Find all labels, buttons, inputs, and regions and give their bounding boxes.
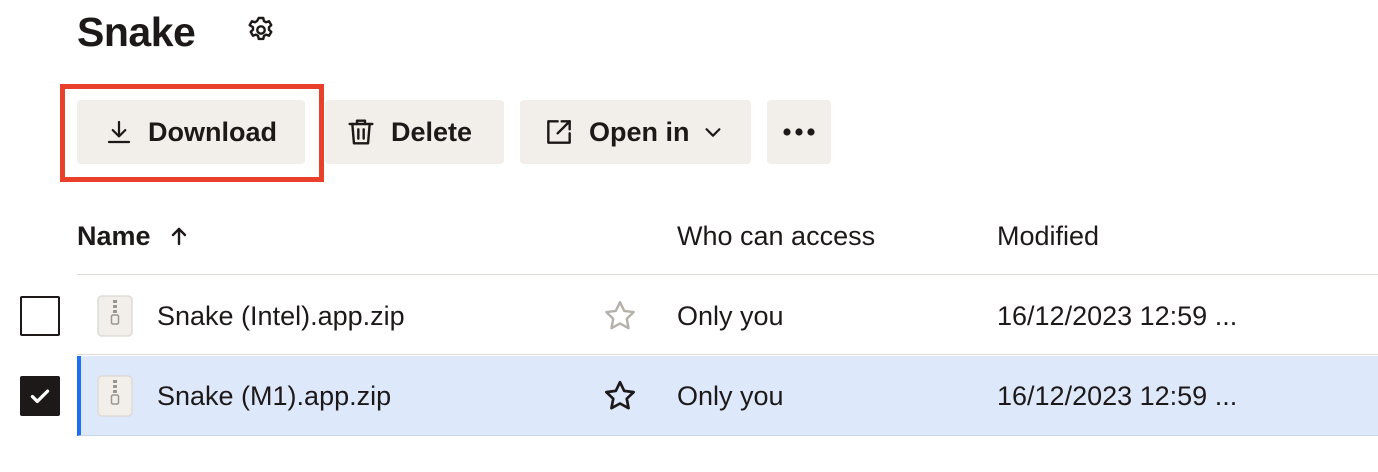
column-header-name-label: Name [77,221,151,251]
chevron-down-icon [704,128,721,137]
row-checkbox[interactable] [20,296,60,336]
open-in-button[interactable]: Open in [520,100,751,164]
delete-button[interactable]: Delete [325,100,504,164]
page-title: Snake [77,9,196,55]
column-header-name[interactable]: Name [77,218,191,254]
download-icon [107,120,131,144]
checkmark-icon [30,389,50,404]
zip-file-icon [97,375,133,417]
more-horizontal-icon [783,128,815,136]
modified-value: 16/12/2023 12:59 ... [997,381,1238,411]
row-divider [77,354,1378,355]
table-row-selected[interactable]: Snake (M1).app.zip Only you 16/12/2023 1… [77,356,1378,436]
gear-icon[interactable] [245,14,277,46]
row-checkbox-checked[interactable] [20,376,60,416]
star-icon[interactable] [602,378,638,414]
file-name[interactable]: Snake (Intel).app.zip [157,296,405,336]
open-external-icon [547,120,571,144]
download-label: Download [148,116,277,147]
access-value: Only you [677,381,784,411]
modified-value: 16/12/2023 12:59 ... [997,301,1238,331]
more-actions-button[interactable] [767,100,831,164]
access-value: Only you [677,301,784,331]
sort-ascending-icon [171,227,186,246]
column-header-modified[interactable]: Modified [997,218,1099,254]
zip-file-icon [97,295,133,337]
download-button[interactable]: Download [77,100,305,164]
delete-label: Delete [391,116,473,147]
column-header-access[interactable]: Who can access [677,218,875,254]
file-name[interactable]: Snake (M1).app.zip [157,376,391,416]
page-header: Snake [77,8,196,56]
trash-icon [348,119,374,145]
header-divider [77,274,1378,275]
star-icon[interactable] [602,298,638,334]
table-row[interactable]: Snake (Intel).app.zip Only you 16/12/202… [77,276,1378,356]
open-in-label: Open in [589,116,690,147]
